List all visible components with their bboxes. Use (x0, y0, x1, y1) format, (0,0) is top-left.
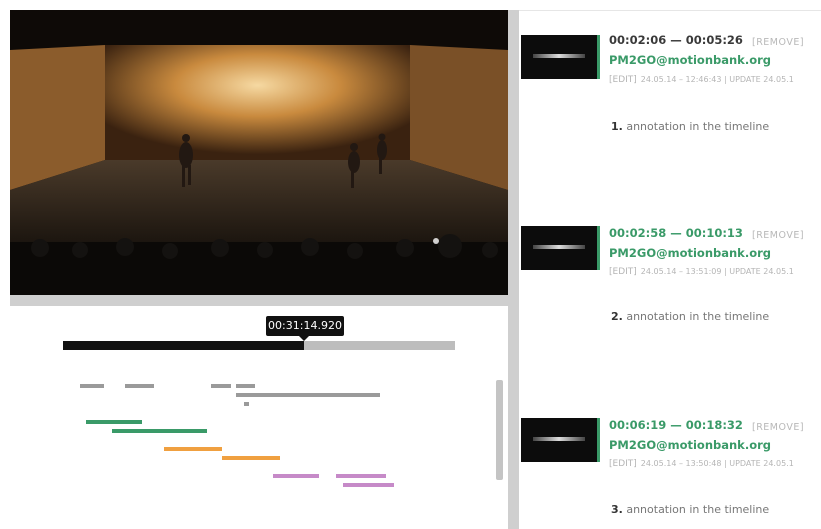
annotation-index: 2. (611, 310, 623, 323)
annotation-body: 3. annotation in the timeline (611, 503, 769, 516)
annotation-index: 3. (611, 503, 623, 516)
timeline-segment-orange-1[interactable] (164, 447, 222, 451)
annotation-index: 1. (611, 120, 623, 133)
annotation-meta: [EDIT] 24.05.14 – 13:50:48 | UPDATE 24.05… (609, 459, 821, 469)
remove-button[interactable]: [REMOVE] (752, 230, 804, 241)
video-player[interactable] (10, 10, 508, 295)
timeline-segment-gray-4[interactable] (236, 384, 255, 388)
annotation-meta-dates: 24.05.14 – 12:46:43 | UPDATE 24.05.1 (640, 75, 794, 84)
annotation-body: 1. annotation in the timeline (611, 120, 769, 133)
panel-divider[interactable] (508, 10, 519, 529)
timeline-segment-gray-3[interactable] (211, 384, 231, 388)
annotation-timecode[interactable]: 00:06:19 — 00:18:32 (609, 418, 743, 432)
remove-button[interactable]: [REMOVE] (752, 37, 804, 48)
timeline-segment-green-2[interactable] (112, 429, 207, 433)
edit-button[interactable]: [EDIT] (609, 459, 637, 469)
timeline-panel (10, 306, 508, 529)
timeline-segment-purple-2[interactable] (336, 474, 386, 478)
timeline-segment-orange-2[interactable] (222, 456, 280, 460)
timeline-segment-gray-5[interactable] (236, 393, 380, 397)
annotation-thumbnail[interactable] (521, 226, 597, 270)
timeline-segment-purple-3[interactable] (343, 483, 394, 487)
annotation-timecode[interactable]: 00:02:06 — 00:05:26 (609, 33, 743, 47)
annotation-thumbnail[interactable] (521, 35, 597, 79)
annotation-author: PM2GO@motionbank.org (609, 53, 771, 67)
annotation-text: annotation in the timeline (626, 503, 770, 516)
annotation-accent-bar (597, 226, 600, 270)
annotation-body: 2. annotation in the timeline (611, 310, 769, 323)
edit-button[interactable]: [EDIT] (609, 267, 637, 277)
video-frame (10, 10, 508, 295)
timeline-segment-gray-1[interactable] (80, 384, 104, 388)
remove-button[interactable]: [REMOVE] (752, 422, 804, 433)
timeline-segment-gray-2[interactable] (125, 384, 154, 388)
annotation-text: annotation in the timeline (626, 120, 770, 133)
annotation-meta-dates: 24.05.14 – 13:51:09 | UPDATE 24.05.1 (640, 267, 794, 276)
annotation-author: PM2GO@motionbank.org (609, 438, 771, 452)
annotation-meta: [EDIT] 24.05.14 – 12:46:43 | UPDATE 24.05… (609, 75, 821, 85)
annotation-timecode[interactable]: 00:02:58 — 00:10:13 (609, 226, 743, 240)
timeline-scrollbar[interactable] (496, 380, 503, 480)
annotation-meta: [EDIT] 24.05.14 – 13:51:09 | UPDATE 24.05… (609, 267, 821, 277)
timeline-divider[interactable] (10, 295, 508, 306)
timeline-segment-gray-6[interactable] (244, 402, 249, 406)
timeline-segment-purple-1[interactable] (273, 474, 319, 478)
annotation-text: annotation in the timeline (626, 310, 770, 323)
annotation-author: PM2GO@motionbank.org (609, 246, 771, 260)
playhead-marker[interactable] (299, 336, 309, 341)
top-rule (519, 10, 821, 11)
timeline-segment-green-1[interactable] (86, 420, 142, 424)
annotation-meta-dates: 24.05.14 – 13:50:48 | UPDATE 24.05.1 (640, 459, 794, 468)
annotation-accent-bar (597, 418, 600, 462)
edit-button[interactable]: [EDIT] (609, 75, 637, 85)
annotation-thumbnail[interactable] (521, 418, 597, 462)
playbar-played[interactable] (63, 341, 304, 350)
current-time-tooltip: 00:31:14.920 (266, 316, 344, 336)
annotation-accent-bar (597, 35, 600, 79)
playbar-remaining[interactable] (304, 341, 455, 350)
